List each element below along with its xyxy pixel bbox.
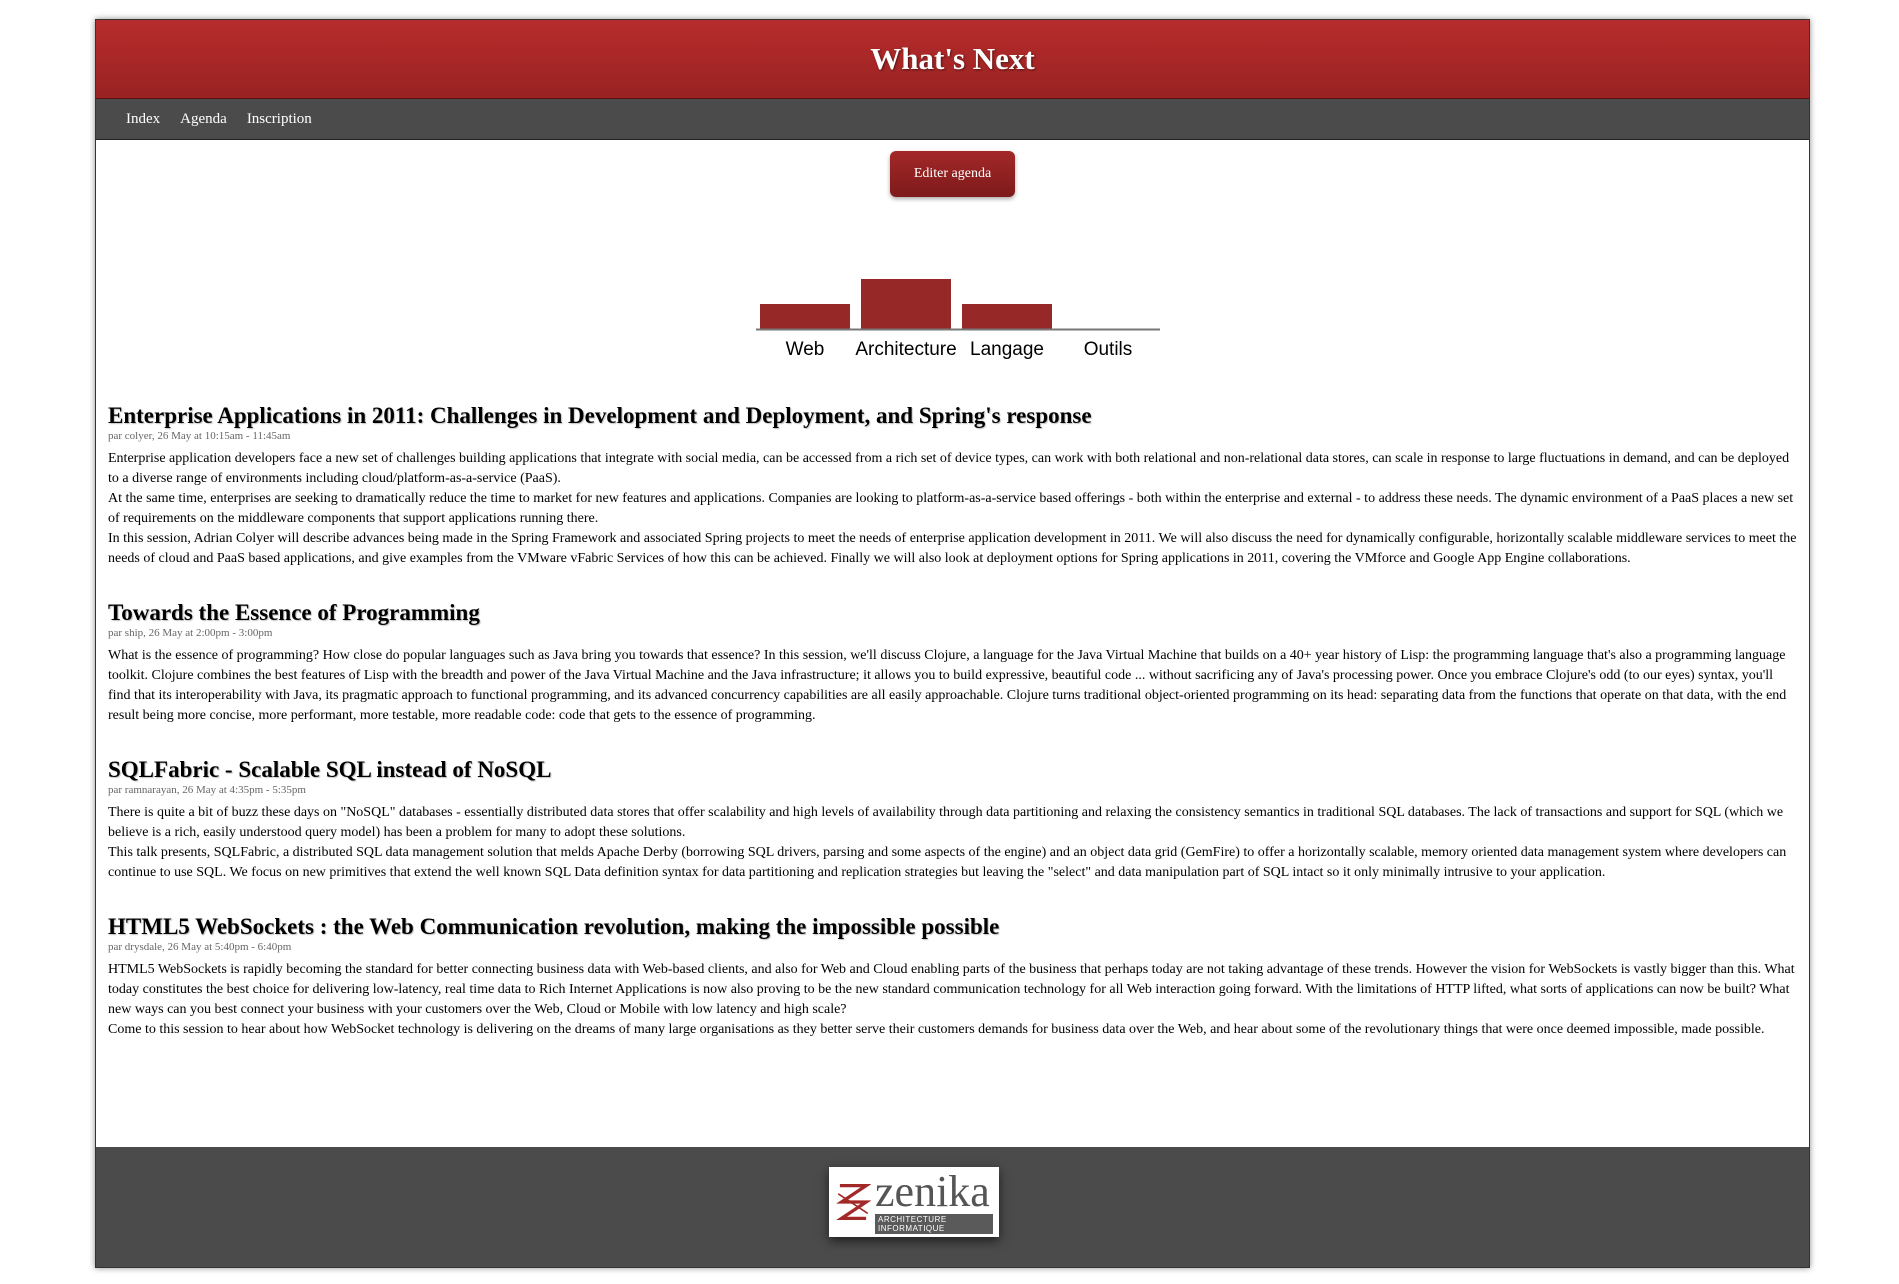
chart-tick-label: Architecture bbox=[855, 339, 956, 360]
talk-meta: par ship, 26 May at 2:00pm - 3:00pm bbox=[108, 627, 273, 639]
talk-paragraph: This talk presents, SQLFabric, a distrib… bbox=[108, 845, 1787, 880]
talk-item: HTML5 WebSockets : the Web Communication… bbox=[108, 913, 1797, 1040]
logo-text: zenika ARCHITECTURE INFORMATIQUE bbox=[875, 1170, 993, 1234]
talk-title: Towards the Essence of Programming bbox=[108, 600, 480, 625]
nav-link-agenda[interactable]: Agenda bbox=[180, 111, 227, 128]
chart-bar-web bbox=[760, 304, 850, 329]
chart-tick-label: Web bbox=[786, 339, 825, 360]
talk-paragraph: At the same time, enterprises are seekin… bbox=[108, 491, 1794, 526]
talk-paragraph: There is quite a bit of buzz these days … bbox=[108, 805, 1784, 840]
talk-item: Towards the Essence of Programming par s… bbox=[108, 599, 1797, 726]
chart-svg: Web Architecture Langage Outils bbox=[756, 279, 1160, 360]
talk-item: Enterprise Applications in 2011: Challen… bbox=[108, 402, 1797, 569]
nav-link-index[interactable]: Index bbox=[126, 111, 160, 128]
edit-area: Editer agenda bbox=[96, 140, 1809, 197]
talk-meta: par drysdale, 26 May at 5:40pm - 6:40pm bbox=[108, 941, 292, 953]
talk-item: SQLFabric - Scalable SQL instead of NoSQ… bbox=[108, 756, 1797, 883]
talk-paragraph: What is the essence of programming? How … bbox=[108, 648, 1787, 723]
site-footer: zenika ARCHITECTURE INFORMATIQUE bbox=[96, 1147, 1809, 1267]
site-title: What's Next bbox=[870, 41, 1035, 76]
nav-bar: Index Agenda Inscription bbox=[96, 99, 1809, 140]
nav-link-inscription[interactable]: Inscription bbox=[247, 111, 312, 128]
talk-meta: par ramnarayan, 26 May at 4:35pm - 5:35p… bbox=[108, 784, 306, 796]
chart-tick-label: Outils bbox=[1084, 339, 1133, 360]
logo-subtitle: ARCHITECTURE INFORMATIQUE bbox=[875, 1214, 993, 1234]
page-frame: What's Next Index Agenda Inscription Edi… bbox=[95, 19, 1810, 1268]
category-chart: Web Architecture Langage Outils bbox=[96, 197, 1809, 402]
talk-meta: par colyer, 26 May at 10:15am - 11:45am bbox=[108, 430, 291, 442]
edit-agenda-button[interactable]: Editer agenda bbox=[889, 151, 1016, 197]
talk-title: SQLFabric - Scalable SQL instead of NoSQ… bbox=[108, 757, 552, 782]
chart-tick-label: Langage bbox=[970, 339, 1044, 360]
talk-title: HTML5 WebSockets : the Web Communication… bbox=[108, 914, 1000, 939]
zenika-logo[interactable]: zenika ARCHITECTURE INFORMATIQUE bbox=[829, 1167, 999, 1237]
logo-brand: zenika bbox=[875, 1167, 990, 1216]
chart-bar-langage bbox=[962, 304, 1052, 329]
talk-paragraph: HTML5 WebSockets is rapidly becoming the… bbox=[108, 962, 1795, 1017]
talk-paragraph: Come to this session to hear about how W… bbox=[108, 1022, 1765, 1037]
talk-title: Enterprise Applications in 2011: Challen… bbox=[108, 403, 1092, 428]
chart-bar-architecture bbox=[861, 279, 951, 329]
zenika-logo-mark-icon bbox=[836, 1183, 872, 1221]
talk-list: Enterprise Applications in 2011: Challen… bbox=[96, 402, 1809, 1040]
talk-paragraph: Enterprise application developers face a… bbox=[108, 451, 1790, 486]
talk-paragraph: In this session, Adrian Colyer will desc… bbox=[108, 531, 1797, 566]
site-header: What's Next bbox=[96, 20, 1809, 99]
